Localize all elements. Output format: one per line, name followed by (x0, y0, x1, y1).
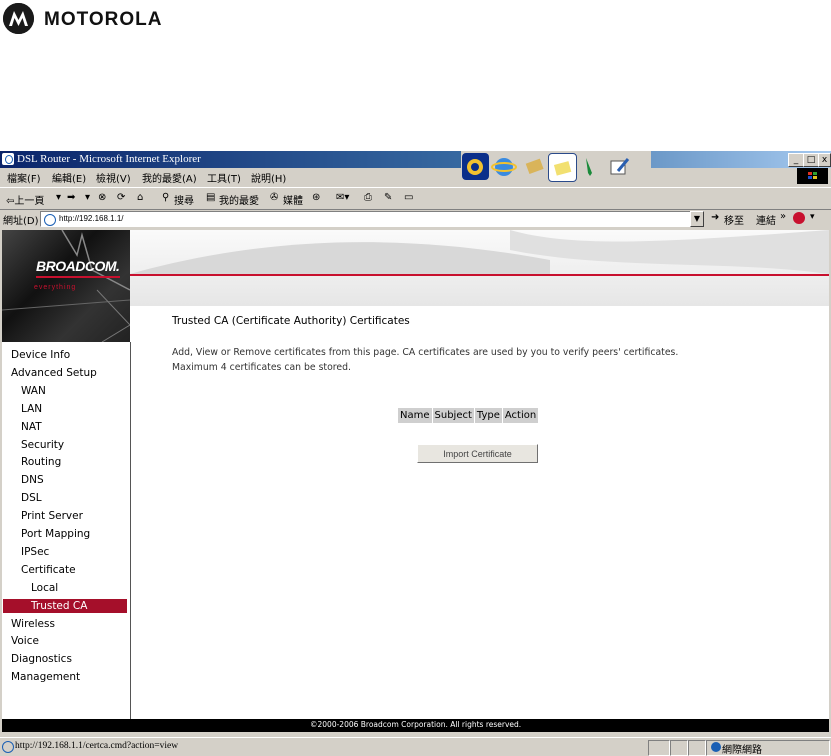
page-status-icon (2, 741, 14, 753)
acrobat-dropdown-icon[interactable]: ▾ (810, 212, 815, 222)
page-title: Trusted CA (Certificate Authority) Certi… (172, 315, 410, 327)
back-button[interactable]: ⇦上一頁 (6, 192, 44, 207)
back-dropdown-icon[interactable]: ▾ (56, 192, 61, 203)
toolbar: ⇦上一頁 ▾ ➡ ▾ ⊗ ⟳ ⌂ ⚲ 搜尋 ▤ 我的最愛 ✇ 媒體 ⊛ ✉▾ ⎙… (0, 187, 831, 210)
sidebar-item-device-info[interactable]: Device Info (11, 349, 70, 361)
table-header-action: Action (501, 407, 540, 424)
sidebar-nav: Device Info Advanced Setup WAN LAN NAT Securi… (2, 342, 131, 732)
links-button[interactable]: 連結 (756, 212, 776, 227)
status-cell (670, 740, 688, 756)
menu-help[interactable]: 說明(H) (251, 170, 286, 185)
sidebar-item-diagnostics[interactable]: Diagnostics (11, 653, 72, 665)
links-expand-icon[interactable]: » (780, 211, 786, 222)
broadcom-tagline: everything (34, 284, 77, 291)
address-bar: 網址(D) http://192.168.1.1/ ▼ ➜ 移至 連結 » ▾ (0, 209, 831, 229)
sidebar-item-dsl[interactable]: DSL (21, 492, 42, 504)
sidebar-item-advanced-setup[interactable]: Advanced Setup (11, 367, 97, 379)
media-icon[interactable]: ✇ (270, 192, 278, 203)
sidebar-item-print-server[interactable]: Print Server (21, 510, 83, 522)
maximize-button[interactable]: □ (803, 153, 819, 167)
favorites-button[interactable]: 我的最愛 (219, 192, 259, 207)
page-content: BROADCOM. everything Device Info Advanced… (2, 230, 829, 732)
broadcom-logo: BROADCOM. (36, 258, 120, 274)
browser-window: DSL Router - Microsoft Internet Explorer… (0, 151, 831, 756)
sidebar-item-lan[interactable]: LAN (21, 403, 42, 415)
brand-name: MOTOROLA (44, 9, 163, 30)
sidebar-item-wan[interactable]: WAN (21, 385, 46, 397)
sidebar-item-dns[interactable]: DNS (21, 474, 44, 486)
menu-edit[interactable]: 編輯(E) (52, 170, 86, 185)
copyright-text: ©2000-2006 Broadcom Corporation. All rig… (310, 720, 522, 729)
address-dropdown-icon[interactable]: ▼ (690, 211, 704, 227)
status-bar: http://192.168.1.1/certca.cmd?action=vie… (0, 737, 831, 756)
search-icon[interactable]: ⚲ (162, 192, 169, 203)
title-bar: DSL Router - Microsoft Internet Explorer… (0, 151, 831, 168)
sidebar-item-certificate[interactable]: Certificate (21, 564, 76, 576)
refresh-icon[interactable]: ⟳ (117, 192, 125, 203)
security-zone-label: 網際網路 (722, 745, 762, 756)
table-header-type: Type (473, 407, 503, 424)
page-icon (44, 214, 56, 226)
mail-icon[interactable]: ✉▾ (336, 192, 349, 203)
page-description: Add, View or Remove certificates from th… (172, 347, 679, 358)
internet-zone-icon (711, 742, 721, 752)
windows-logo-icon (797, 168, 828, 184)
sidebar-item-voice[interactable]: Voice (11, 635, 39, 647)
acrobat-icon[interactable] (793, 212, 805, 224)
banner-accent-line (130, 274, 829, 276)
broadcom-logo-panel: BROADCOM. everything (2, 230, 130, 342)
sidebar-item-nat[interactable]: NAT (21, 421, 42, 433)
page-description-limit: Maximum 4 certificates can be stored. (172, 362, 351, 373)
home-icon[interactable]: ⌂ (137, 192, 143, 203)
page-footer: ©2000-2006 Broadcom Corporation. All rig… (2, 719, 829, 732)
sidebar-item-trusted-ca[interactable]: Trusted CA (31, 600, 87, 612)
forward-icon[interactable]: ➡ (67, 192, 75, 203)
edit-page-icon[interactable]: ✎ (384, 192, 392, 203)
sidebar-item-security[interactable]: Security (21, 439, 64, 451)
favorites-icon[interactable]: ▤ (206, 192, 215, 203)
menu-file[interactable]: 檔案(F) (7, 170, 41, 185)
menu-view[interactable]: 檢視(V) (96, 170, 131, 185)
motorola-logo-icon (3, 3, 34, 34)
search-button[interactable]: 搜尋 (174, 192, 194, 207)
address-url: http://192.168.1.1/ (59, 214, 124, 223)
certificate-table: Name Subject Type Action (397, 407, 540, 424)
history-icon[interactable]: ⊛ (312, 192, 320, 203)
address-input[interactable]: http://192.168.1.1/ (40, 211, 704, 227)
status-cell (648, 740, 670, 756)
menu-tools[interactable]: 工具(T) (207, 170, 241, 185)
sidebar-item-local[interactable]: Local (31, 582, 58, 594)
go-arrow-icon[interactable]: ➜ (711, 212, 719, 223)
menu-bar: 檔案(F) 編輯(E) 檢視(V) 我的最愛(A) 工具(T) 說明(H) (0, 168, 831, 185)
print-icon[interactable]: ⎙ (364, 192, 372, 203)
forward-dropdown-icon[interactable]: ▾ (85, 192, 90, 203)
go-button[interactable]: 移至 (724, 212, 744, 227)
table-header-name: Name (397, 407, 433, 424)
sidebar-item-management[interactable]: Management (11, 671, 80, 683)
status-url: http://192.168.1.1/certca.cmd?action=vie… (15, 741, 179, 751)
table-header-subject: Subject (431, 407, 475, 424)
sidebar-item-port-mapping[interactable]: Port Mapping (21, 528, 90, 540)
address-label: 網址(D) (3, 216, 39, 227)
import-certificate-button[interactable]: Import Certificate (417, 444, 538, 463)
sidebar-item-ipsec[interactable]: IPSec (21, 546, 49, 558)
stop-icon[interactable]: ⊗ (98, 192, 106, 203)
sidebar-item-wireless[interactable]: Wireless (11, 618, 55, 630)
discuss-icon[interactable]: ▭ (404, 192, 413, 203)
ie-icon (2, 153, 14, 165)
minimize-button[interactable]: _ (788, 153, 804, 167)
status-cell (688, 740, 706, 756)
menu-favorites[interactable]: 我的最愛(A) (142, 170, 197, 185)
sidebar-item-routing[interactable]: Routing (21, 456, 61, 468)
window-title: DSL Router - Microsoft Internet Explorer (17, 153, 201, 165)
media-button[interactable]: 媒體 (283, 192, 303, 207)
logo-underline (36, 276, 120, 278)
close-button[interactable]: x (818, 153, 831, 167)
